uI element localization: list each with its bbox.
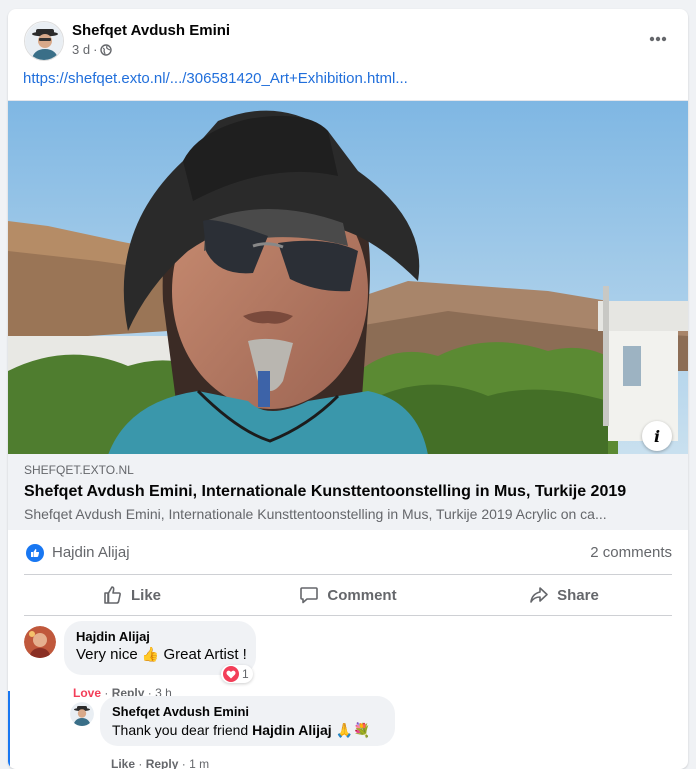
post-card: Shefqet Avdush Emini 3 d · https://shefq… [8, 9, 688, 769]
comment-text-row: Very nice 👍 Great Artist ! [76, 645, 247, 665]
comment-reaction-count[interactable]: 1 [221, 665, 253, 683]
comment-author[interactable]: Hajdin Alijaj [76, 629, 244, 645]
like-label: Like [130, 586, 161, 604]
reply-text-row: Thank you dear friend Hajdin Alijaj 🙏💐 [112, 720, 383, 741]
comment-label: Comment [327, 586, 397, 604]
post-header: Shefqet Avdush Emini 3 d · https://shefq… [8, 9, 688, 105]
commenter-avatar[interactable] [24, 626, 56, 658]
reply-text: Thank you dear friend [112, 722, 249, 738]
author-name[interactable]: Shefqet Avdush Emini [72, 22, 230, 39]
reply-author[interactable]: Shefqet Avdush Emini [112, 704, 383, 720]
share-icon [530, 587, 548, 603]
post-meta: 3 d · [72, 42, 113, 57]
share-label: Share [557, 586, 599, 604]
heart-icon [223, 666, 239, 682]
comment-icon [300, 587, 319, 604]
meta-separator: · [93, 42, 98, 57]
post-time[interactable]: 3 d [72, 42, 90, 57]
more-icon [649, 36, 667, 42]
thumb-up-icon [104, 586, 121, 604]
like-button[interactable]: Like [24, 575, 240, 615]
share-button[interactable]: Share [456, 575, 672, 615]
comment-text-2: Great Artist ! [163, 646, 247, 663]
preview-domain: SHEFQET.EXTO.NL [24, 463, 134, 477]
info-button[interactable]: i [642, 421, 672, 451]
post-link[interactable]: https://shefqet.exto.nl/.../306581420_Ar… [23, 70, 408, 87]
preview-description: Shefqet Avdush Emini, Internationale Kun… [24, 506, 607, 522]
reply-item: Shefqet Avdush Emini Thank you dear frie… [8, 696, 688, 769]
like-badge-icon[interactable] [26, 544, 44, 562]
reply-author-avatar[interactable] [70, 702, 94, 726]
more-options-button[interactable] [644, 27, 672, 51]
divider-bottom [24, 615, 672, 616]
link-preview[interactable]: SHEFQET.EXTO.NL Shefqet Avdush Emini, In… [8, 454, 688, 530]
globe-icon [100, 43, 113, 56]
comment-button[interactable]: Comment [240, 575, 456, 615]
reaction-count: 1 [242, 667, 249, 681]
action-bar: Like Comment Share [24, 575, 672, 615]
reply-bubble: Shefqet Avdush Emini Thank you dear frie… [100, 696, 395, 746]
author-avatar[interactable] [24, 21, 64, 61]
comment-item: Hajdin Alijaj Very nice 👍 Great Artist !… [8, 621, 688, 701]
reactor-name[interactable]: Hajdin Alijaj [52, 544, 130, 561]
pray-bouquet-emoji: 🙏💐 [335, 723, 371, 739]
preview-title[interactable]: Shefqet Avdush Emini, Internationale Kun… [24, 483, 626, 501]
reply-mention[interactable]: Hajdin Alijaj [252, 722, 332, 738]
post-photo[interactable]: i [8, 100, 688, 455]
reactions-bar: Hajdin Alijaj 2 comments [24, 539, 672, 573]
thumbs-up-emoji: 👍 [141, 647, 160, 663]
comment-text: Very nice [76, 646, 138, 663]
comment-count[interactable]: 2 comments [590, 544, 672, 561]
info-icon: i [653, 426, 661, 446]
